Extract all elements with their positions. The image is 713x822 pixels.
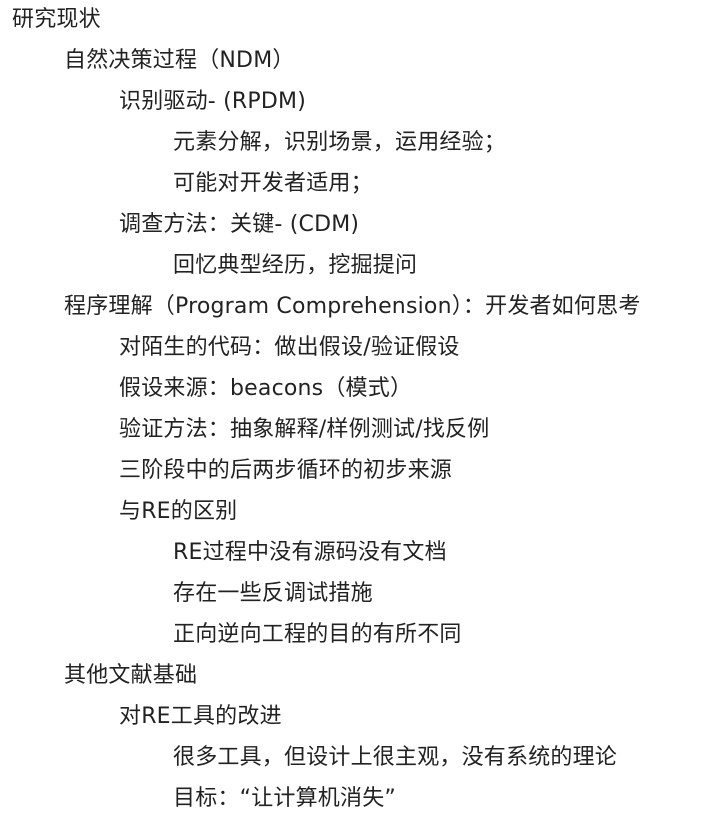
outline-item: RE过程中没有源码没有文档	[173, 540, 447, 565]
outline-item: 其他文献基础	[64, 663, 198, 688]
outline-item: 回忆典型经历，挖掘提问	[173, 253, 418, 278]
outline-item: 程序理解（Program Comprehension）：开发者如何思考	[64, 294, 641, 319]
outline-item: 存在一些反调试措施	[173, 581, 373, 606]
outline-item: 对RE工具的改进	[119, 704, 282, 729]
outline-item: 调查方法：关键- (CDM)	[119, 212, 360, 237]
outline-heading: 研究现状	[12, 7, 101, 32]
outline-item: 自然决策过程（NDM）	[64, 48, 295, 73]
outline-item: 元素分解，识别场景，运用经验；	[173, 130, 507, 155]
outline-item: 很多工具，但设计上很主观，没有系统的理论	[173, 745, 618, 770]
outline-item: 验证方法：抽象解释/样例测试/找反例	[119, 417, 490, 442]
outline-item: 识别驱动- (RPDM)	[119, 89, 306, 114]
outline-item: 假设来源：beacons（模式）	[119, 376, 413, 401]
outline-item: 可能对开发者适用；	[173, 171, 373, 196]
outline-item: 正向逆向工程的目的有所不同	[173, 622, 462, 647]
outline-item: 对陌生的代码：做出假设/验证假设	[119, 335, 460, 360]
outline-item: 三阶段中的后两步循环的初步来源	[119, 458, 453, 483]
outline-item: 与RE的区别	[119, 499, 238, 524]
outline-item: 目标：“让计算机消失”	[173, 786, 396, 811]
